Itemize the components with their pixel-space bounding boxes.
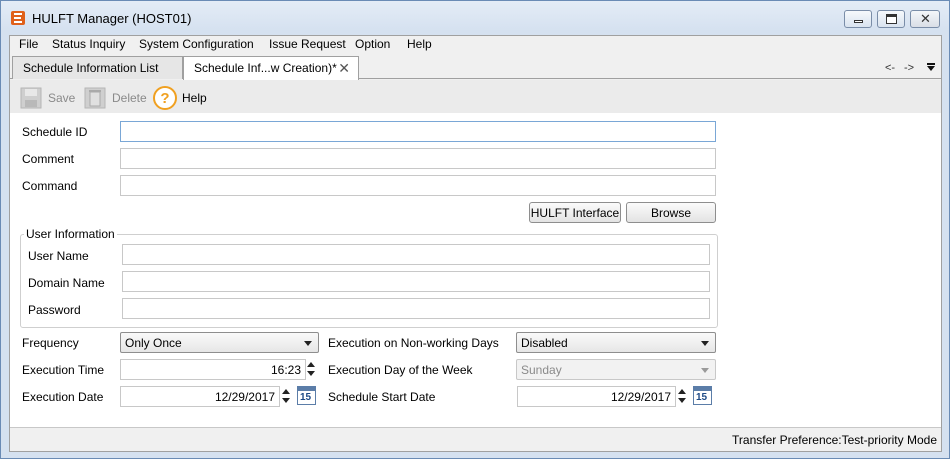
start-date-spinner-icon[interactable] — [677, 387, 687, 406]
schedule-id-input[interactable] — [120, 121, 716, 142]
domain-name-input[interactable] — [122, 271, 710, 292]
tab-label: Schedule Inf...w Creation)* — [194, 61, 337, 75]
start-date-field[interactable]: 12/29/2017 — [517, 386, 676, 407]
close-icon: ✕ — [920, 11, 931, 26]
help-icon: ? — [153, 86, 177, 110]
help-label: Help — [182, 91, 207, 105]
frequency-select[interactable]: Only Once — [120, 332, 319, 353]
nav-forward-arrow[interactable]: -> — [904, 62, 914, 74]
exec-dow-select[interactable]: Sunday — [516, 359, 716, 380]
start-date-label: Schedule Start Date — [328, 390, 436, 404]
window-title: HULFT Manager (HOST01) — [32, 11, 192, 26]
domain-name-label: Domain Name — [28, 276, 105, 290]
menu-bar: File Status Inquiry System Configuration… — [10, 36, 941, 54]
exec-nonworking-select[interactable]: Disabled — [516, 332, 716, 353]
svg-text:?: ? — [160, 90, 169, 107]
chevron-down-icon — [304, 341, 312, 346]
exec-dow-value: Sunday — [521, 363, 562, 377]
tab-schedule-information-list[interactable]: Schedule Information List — [12, 56, 183, 79]
browse-button[interactable]: Browse — [626, 202, 716, 223]
client-area: File Status Inquiry System Configuration… — [9, 35, 942, 452]
user-name-label: User Name — [28, 249, 89, 263]
status-bar: Transfer Preference:Test-priority Mode — [10, 427, 941, 451]
chevron-down-icon — [701, 368, 709, 373]
user-name-input[interactable] — [122, 244, 710, 265]
command-label: Command — [22, 179, 78, 193]
delete-label: Delete — [112, 91, 147, 105]
menu-help[interactable]: Help — [407, 37, 432, 51]
save-icon — [20, 87, 42, 109]
exec-dow-label: Execution Day of the Week — [328, 363, 473, 377]
calendar-number: 15 — [696, 392, 708, 403]
view-menu-icon[interactable] — [926, 62, 936, 72]
exec-time-label: Execution Time — [22, 363, 105, 377]
password-label: Password — [28, 303, 81, 317]
tab-close-icon[interactable]: ✕ — [338, 60, 350, 77]
frequency-value: Only Once — [125, 336, 182, 350]
exec-date-spinner-icon[interactable] — [281, 387, 291, 406]
schedule-id-label: Schedule ID — [22, 125, 88, 139]
maximize-icon — [886, 14, 897, 24]
exec-date-label: Execution Date — [22, 390, 104, 404]
comment-label: Comment — [22, 152, 75, 166]
calendar-number: 15 — [300, 392, 312, 403]
hulft-app-icon — [11, 11, 25, 25]
tab-label: Schedule Information List — [23, 61, 159, 75]
save-button[interactable]: Save — [20, 87, 78, 109]
hulft-interface-button[interactable]: HULFT Interface — [529, 202, 621, 223]
nav-back-arrow[interactable]: <- — [885, 62, 895, 74]
comment-input[interactable] — [120, 148, 716, 169]
delete-button[interactable]: Delete — [84, 87, 148, 109]
save-label: Save — [48, 91, 76, 105]
title-bar: HULFT Manager (HOST01) ✕ — [1, 1, 949, 35]
exec-date-field[interactable]: 12/29/2017 — [120, 386, 280, 407]
tab-strip: Schedule Information List Schedule Inf..… — [10, 54, 941, 80]
trash-icon — [84, 87, 106, 109]
menu-option[interactable]: Option — [355, 37, 390, 51]
password-input[interactable] — [122, 298, 710, 319]
calendar-icon[interactable]: 15 — [693, 386, 712, 405]
chevron-down-icon — [701, 341, 709, 346]
menu-system-configuration[interactable]: System Configuration — [139, 37, 254, 51]
command-input[interactable] — [120, 175, 716, 196]
maximize-button[interactable] — [877, 10, 905, 28]
exec-time-field[interactable]: 16:23 — [120, 359, 306, 380]
schedule-editor-panel: Save Delete ? Help Schedule ID Comment C… — [10, 80, 941, 427]
exec-nonworking-label: Execution on Non-working Days — [328, 336, 499, 350]
calendar-icon[interactable]: 15 — [297, 386, 316, 405]
frequency-label: Frequency — [22, 336, 79, 350]
app-window: HULFT Manager (HOST01) ✕ File Status Inq… — [0, 0, 950, 459]
help-button[interactable]: ? Help — [152, 86, 214, 110]
editor-toolbar: Save Delete ? Help — [10, 80, 941, 113]
menu-issue-request[interactable]: Issue Request — [269, 37, 346, 51]
exec-nonworking-value: Disabled — [521, 336, 568, 350]
minimize-button[interactable] — [844, 10, 872, 28]
menu-status-inquiry[interactable]: Status Inquiry — [52, 37, 125, 51]
minimize-icon — [854, 20, 863, 23]
transfer-preference-status: Transfer Preference:Test-priority Mode — [732, 433, 937, 447]
user-information-title: User Information — [24, 227, 117, 241]
close-button[interactable]: ✕ — [910, 10, 940, 28]
exec-time-spinner-icon[interactable] — [306, 360, 316, 379]
tab-schedule-information-creation[interactable]: Schedule Inf...w Creation)* ✕ — [183, 56, 359, 80]
menu-file[interactable]: File — [19, 37, 38, 51]
